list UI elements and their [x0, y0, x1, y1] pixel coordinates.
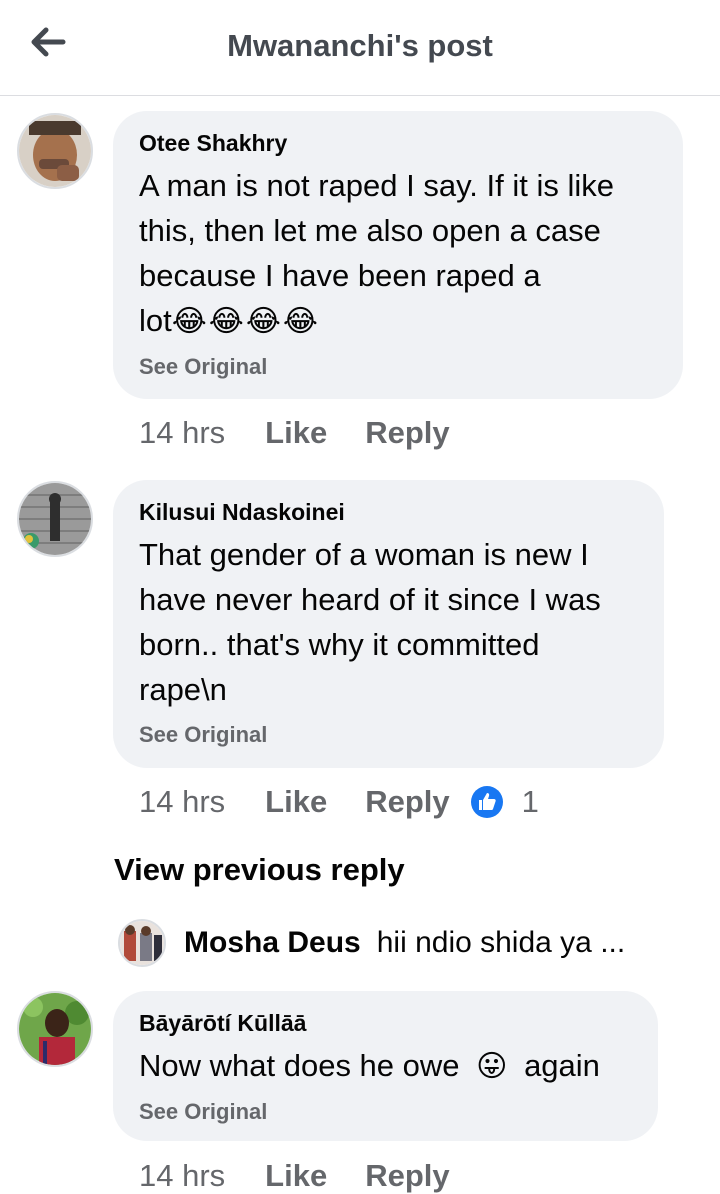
comment-text: A man is not raped I say. If it is like … — [139, 163, 657, 344]
see-original-link[interactable]: See Original — [139, 1099, 632, 1125]
like-button[interactable]: Like — [265, 1158, 327, 1194]
top-bar: Mwananchi's post — [0, 0, 720, 96]
tongue-emoji: 😛 — [476, 1050, 508, 1083]
view-previous-reply-link[interactable]: View previous reply — [114, 852, 405, 888]
comment-line: this, then let me also open a case — [139, 213, 601, 248]
comment-author[interactable]: Kilusui Ndaskoinei — [139, 498, 638, 526]
profile-photo — [19, 115, 91, 187]
comment-line: That gender of a woman is new I — [139, 537, 589, 572]
reply-button[interactable]: Reply — [365, 415, 449, 451]
comment-line-text: lot — [139, 303, 172, 338]
see-original-link[interactable]: See Original — [139, 722, 638, 748]
profile-photo — [120, 921, 164, 965]
reaction-count: 1 — [521, 784, 539, 819]
comment-time: 14 hrs — [139, 784, 226, 819]
see-original-link[interactable]: See Original — [139, 354, 657, 380]
reply-preview[interactable]: Mosha Deus hii ndio shida ya ... — [118, 918, 625, 968]
comment-line: born.. that's why it committed — [139, 627, 540, 662]
comment-actions: 14 hrs Like Reply — [139, 415, 488, 451]
avatar[interactable] — [17, 991, 93, 1067]
profile-photo — [19, 993, 91, 1065]
like-reaction-icon — [470, 786, 503, 818]
avatar[interactable] — [118, 919, 166, 967]
comment-author[interactable]: Bāyārōtí Kūllāā — [139, 1009, 632, 1037]
profile-photo — [19, 483, 91, 555]
comment-text-after: again — [524, 1048, 600, 1083]
comment-actions: 14 hrs Like Reply — [139, 1158, 488, 1194]
comment-line: have never heard of it since I was — [139, 582, 601, 617]
comment-bubble[interactable]: Otee Shakhry A man is not raped I say. I… — [113, 111, 683, 399]
comment-line: A man is not raped I say. If it is like — [139, 168, 614, 203]
comment-actions: 14 hrs Like Reply 1 — [139, 784, 539, 820]
comment-text: Now what does he owe 😛 again — [139, 1043, 632, 1089]
comment-text: That gender of a woman is new I have nev… — [139, 532, 638, 712]
laughing-emoji: 😂😂😂😂 — [171, 305, 320, 338]
page-title: Mwananchi's post — [227, 28, 493, 63]
reply-author[interactable]: Mosha Deus — [184, 926, 361, 960]
comment-line: lot😂😂😂😂 — [139, 298, 657, 344]
reply-button[interactable]: Reply — [365, 1158, 449, 1194]
reply-text: hii ndio shida ya ... — [376, 926, 626, 959]
like-button[interactable]: Like — [265, 415, 327, 451]
comment-time: 14 hrs — [139, 1158, 226, 1193]
comment-bubble[interactable]: Kilusui Ndaskoinei That gender of a woma… — [113, 480, 664, 768]
reply-button[interactable]: Reply — [365, 784, 449, 820]
avatar[interactable] — [17, 113, 93, 189]
comment-time: 14 hrs — [139, 415, 226, 450]
comment-author[interactable]: Otee Shakhry — [139, 129, 657, 157]
like-button[interactable]: Like — [265, 784, 327, 820]
avatar[interactable] — [17, 481, 93, 557]
comment-bubble[interactable]: Bāyārōtí Kūllāā Now what does he owe 😛 a… — [113, 991, 658, 1141]
reaction-summary[interactable]: 1 — [470, 784, 539, 820]
comment-line: rape\n — [139, 672, 227, 707]
comment-text-before: Now what does he owe — [139, 1048, 460, 1083]
comment-line: because I have been raped a — [139, 258, 541, 293]
